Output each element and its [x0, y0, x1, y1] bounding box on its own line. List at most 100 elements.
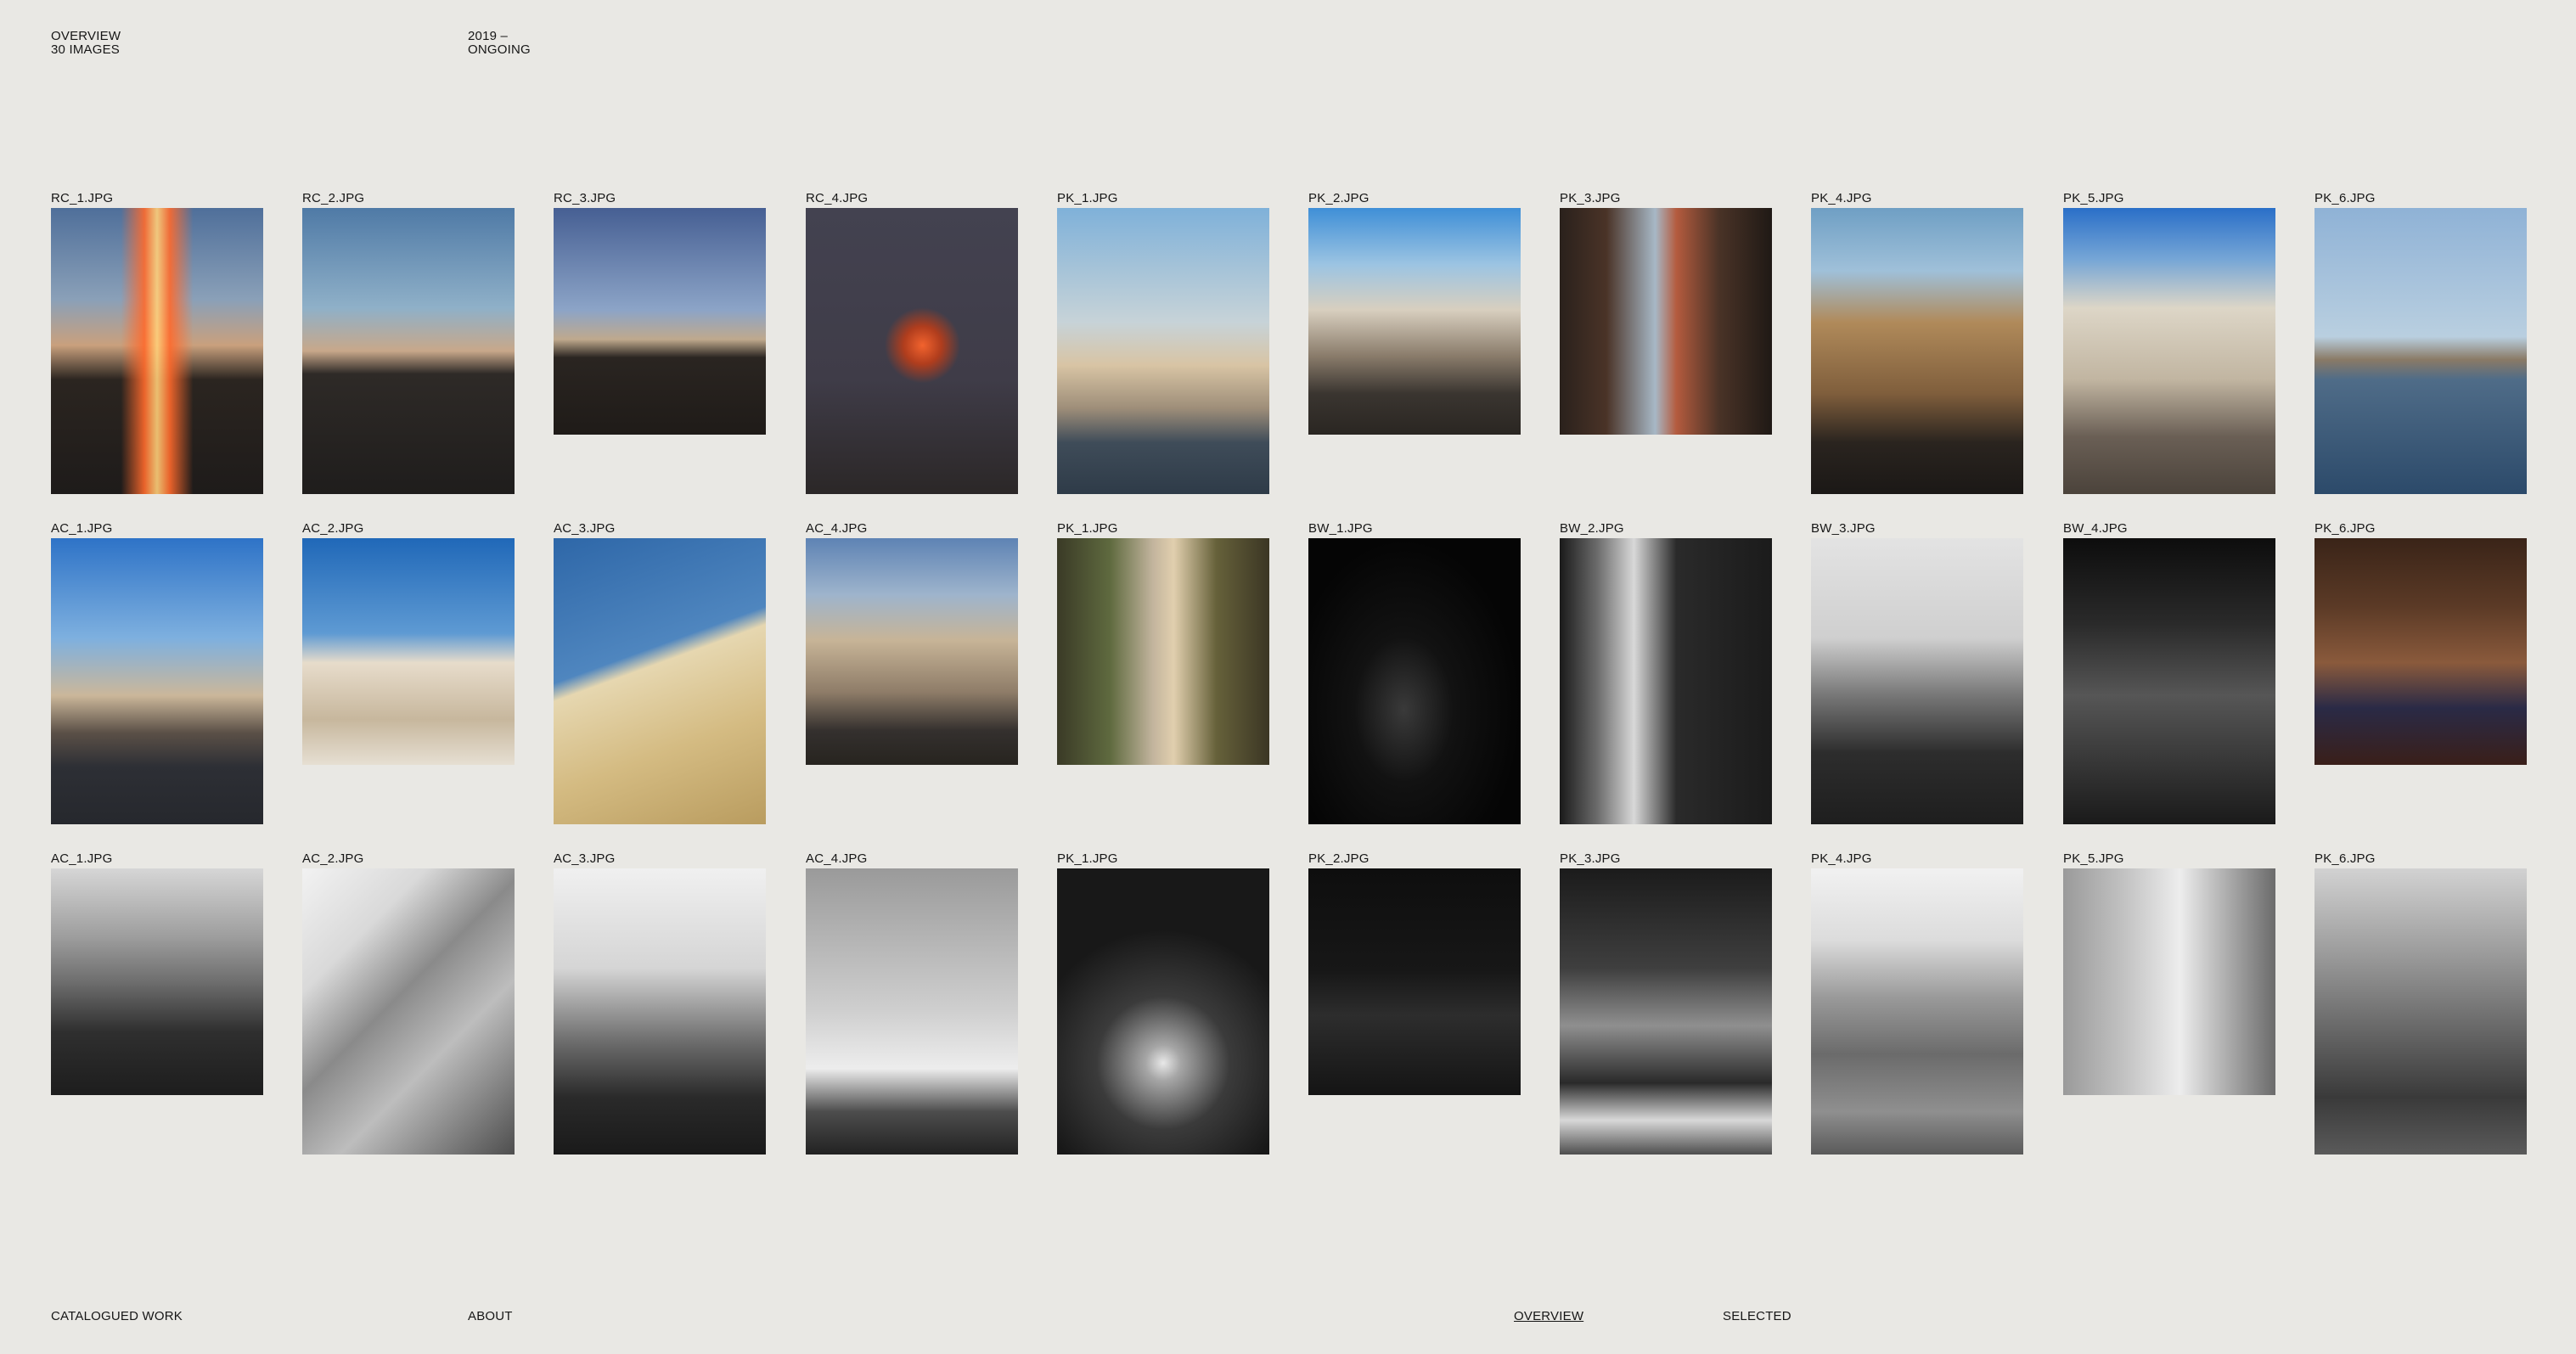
image-thumbnail[interactable] [302, 868, 515, 1155]
image-filename: AC_4.JPG [806, 851, 868, 866]
image-thumbnail[interactable] [302, 208, 515, 494]
grid-item[interactable]: AC_1.JPG [51, 851, 263, 1095]
image-filename: PK_1.JPG [1057, 191, 1118, 205]
image-filename: PK_6.JPG [2314, 521, 2376, 536]
grid-item[interactable]: PK_2.JPG [1308, 191, 1521, 435]
image-thumbnail[interactable] [2314, 868, 2527, 1155]
grid-item[interactable]: BW_1.JPG [1308, 521, 1521, 824]
project-status: ONGOING [468, 42, 531, 57]
image-filename: RC_4.JPG [806, 191, 869, 205]
footer-about[interactable]: ABOUT [468, 1310, 513, 1323]
grid-item[interactable]: PK_1.JPG [1057, 191, 1269, 494]
date-range: 2019 – [468, 29, 509, 43]
grid-item[interactable]: PK_3.JPG [1560, 191, 1772, 435]
image-filename: PK_1.JPG [1057, 521, 1118, 536]
image-thumbnail[interactable] [1560, 208, 1772, 435]
image-thumbnail[interactable] [51, 538, 263, 824]
image-thumbnail[interactable] [2314, 538, 2527, 765]
image-filename: RC_2.JPG [302, 191, 365, 205]
grid-item[interactable]: AC_2.JPG [302, 521, 515, 765]
grid-item[interactable]: PK_2.JPG [1308, 851, 1521, 1095]
image-thumbnail[interactable] [51, 868, 263, 1095]
project-dates: 2019 – ONGOING [468, 30, 531, 57]
image-thumbnail[interactable] [1560, 868, 1772, 1155]
image-filename: AC_1.JPG [51, 521, 113, 536]
image-thumbnail[interactable] [1057, 208, 1269, 494]
image-thumbnail[interactable] [1811, 868, 2023, 1155]
image-thumbnail[interactable] [1308, 208, 1521, 435]
image-thumbnail[interactable] [2063, 208, 2275, 494]
grid-item[interactable]: BW_4.JPG [2063, 521, 2275, 824]
image-filename: AC_4.JPG [806, 521, 868, 536]
light-leak [51, 208, 263, 494]
grid-item[interactable]: PK_3.JPG [1560, 851, 1772, 1155]
image-filename: PK_4.JPG [1811, 191, 1872, 205]
image-thumbnail[interactable] [1811, 538, 2023, 824]
image-filename: PK_2.JPG [1308, 191, 1370, 205]
footer-catalogued-work[interactable]: CATALOGUED WORK [51, 1310, 183, 1323]
image-thumbnail[interactable] [51, 208, 263, 494]
image-filename: BW_3.JPG [1811, 521, 1876, 536]
grid-item[interactable]: BW_2.JPG [1560, 521, 1772, 824]
grid-item[interactable]: RC_3.JPG [554, 191, 766, 435]
grid-item[interactable]: PK_4.JPG [1811, 851, 2023, 1155]
image-filename: PK_3.JPG [1560, 851, 1621, 866]
grid-item[interactable]: RC_2.JPG [302, 191, 515, 494]
grid-item[interactable]: PK_6.JPG [2314, 851, 2527, 1155]
image-thumbnail[interactable] [554, 208, 766, 435]
grid-item[interactable]: RC_4.JPG [806, 191, 1018, 494]
grid-item[interactable]: RC_1.JPG [51, 191, 263, 494]
grid-item[interactable]: AC_2.JPG [302, 851, 515, 1155]
image-filename: PK_2.JPG [1308, 851, 1370, 866]
grid-item[interactable]: PK_6.JPG [2314, 521, 2527, 765]
image-filename: PK_3.JPG [1560, 191, 1621, 205]
image-thumbnail[interactable] [554, 868, 766, 1155]
image-thumbnail[interactable] [2063, 868, 2275, 1095]
image-thumbnail[interactable] [1057, 868, 1269, 1155]
grid-item[interactable]: PK_5.JPG [2063, 851, 2275, 1095]
image-count: 30 IMAGES [51, 42, 120, 57]
image-thumbnail[interactable] [1811, 208, 2023, 494]
image-filename: PK_5.JPG [2063, 851, 2124, 866]
footer-overview[interactable]: OVERVIEW [1514, 1310, 1583, 1323]
image-thumbnail[interactable] [302, 538, 515, 765]
grid-item[interactable]: AC_1.JPG [51, 521, 263, 824]
image-filename: AC_2.JPG [302, 851, 364, 866]
image-thumbnail[interactable] [1308, 868, 1521, 1095]
image-filename: PK_6.JPG [2314, 191, 2376, 205]
image-thumbnail[interactable] [1308, 538, 1521, 824]
catalogued-work-link[interactable]: CATALOGUED WORK [51, 1309, 183, 1323]
image-thumbnail[interactable] [1057, 538, 1269, 765]
grid-item[interactable]: PK_1.JPG [1057, 851, 1269, 1155]
grid-item[interactable]: BW_3.JPG [1811, 521, 2023, 824]
grid-item[interactable]: AC_3.JPG [554, 521, 766, 824]
grid-item[interactable]: AC_4.JPG [806, 521, 1018, 765]
image-thumbnail[interactable] [2063, 538, 2275, 824]
image-filename: AC_2.JPG [302, 521, 364, 536]
image-filename: BW_2.JPG [1560, 521, 1624, 536]
image-thumbnail[interactable] [806, 208, 1018, 494]
image-thumbnail[interactable] [554, 538, 766, 824]
grid-item[interactable]: PK_5.JPG [2063, 191, 2275, 494]
grid-item[interactable]: AC_4.JPG [806, 851, 1018, 1155]
grid-item[interactable]: PK_1.JPG [1057, 521, 1269, 765]
footer-selected[interactable]: SELECTED [1723, 1310, 1791, 1323]
page-summary: OVERVIEW 30 IMAGES [51, 30, 121, 57]
grid-item[interactable]: AC_3.JPG [554, 851, 766, 1155]
image-filename: BW_1.JPG [1308, 521, 1373, 536]
image-filename: PK_5.JPG [2063, 191, 2124, 205]
image-thumbnail[interactable] [806, 868, 1018, 1155]
grid-item[interactable]: PK_4.JPG [1811, 191, 2023, 494]
image-filename: PK_6.JPG [2314, 851, 2376, 866]
about-link[interactable]: ABOUT [468, 1309, 513, 1323]
image-thumbnail[interactable] [2314, 208, 2527, 494]
image-thumbnail[interactable] [806, 538, 1018, 765]
image-filename: AC_3.JPG [554, 521, 616, 536]
image-filename: PK_4.JPG [1811, 851, 1872, 866]
image-filename: AC_1.JPG [51, 851, 113, 866]
image-filename: AC_3.JPG [554, 851, 616, 866]
grid-item[interactable]: PK_6.JPG [2314, 191, 2527, 494]
overview-link[interactable]: OVERVIEW [1514, 1309, 1583, 1323]
selected-link[interactable]: SELECTED [1723, 1309, 1791, 1323]
image-thumbnail[interactable] [1560, 538, 1772, 824]
